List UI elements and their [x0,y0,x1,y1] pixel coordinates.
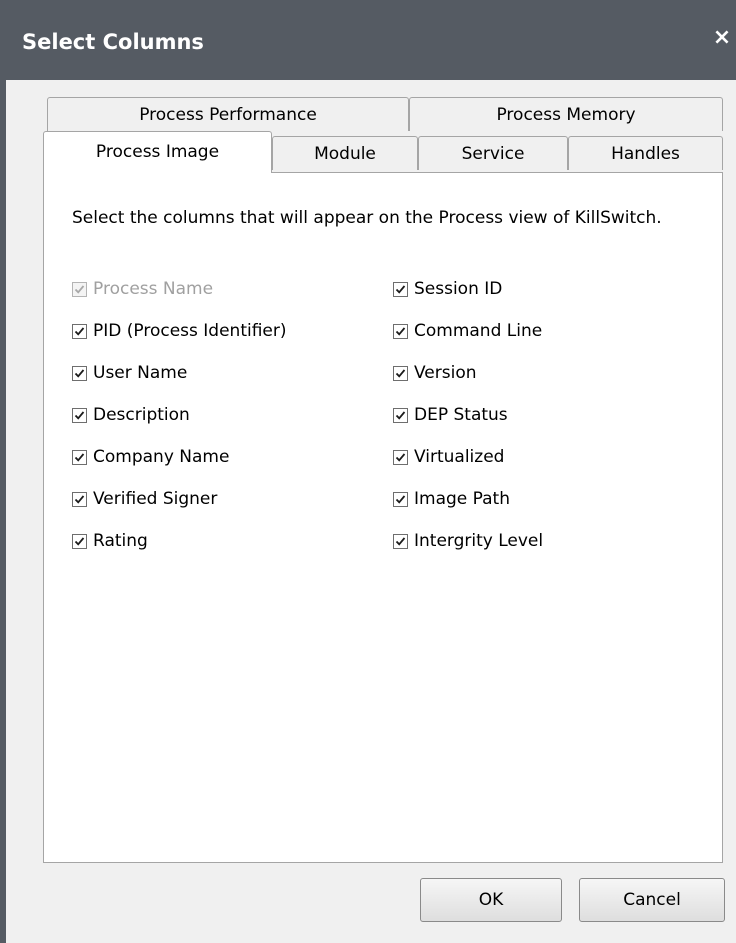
checkbox-session-id[interactable]: Session ID [393,276,502,302]
tab-process-performance[interactable]: Process Performance [47,97,409,131]
checkbox-version[interactable]: Version [393,360,477,386]
checkbox-rating[interactable]: Rating [72,528,148,554]
checkbox-image-path[interactable]: Image Path [393,486,510,512]
checkbox-box[interactable] [72,323,87,339]
dialog-title: Select Columns [22,30,204,54]
checkbox-process-name: Process Name [72,276,213,302]
checkbox-box[interactable] [393,407,408,423]
checkbox-description[interactable]: Description [72,402,190,428]
checkmark-icon [74,494,85,504]
checkbox-box[interactable] [72,449,87,465]
tab-panel-process-image: Select the columns that will appear on t… [43,172,723,863]
checkbox-label: User Name [93,363,188,383]
checkbox-box[interactable] [72,533,87,549]
checkbox-box[interactable] [393,449,408,465]
tab-service[interactable]: Service [418,136,568,170]
checkbox-verified-signer[interactable]: Verified Signer [72,486,217,512]
tab-process-image[interactable]: Process Image [43,131,272,173]
checkmark-icon [395,494,406,504]
checkbox-box[interactable] [72,491,87,507]
tab-module[interactable]: Module [272,136,418,170]
checkbox-label: Intergrity Level [414,531,544,551]
checkmark-icon [74,536,85,546]
checkbox-label: PID (Process Identifier) [93,321,287,341]
checkbox-label: Verified Signer [93,489,218,509]
cancel-button[interactable]: Cancel [579,878,725,922]
checkbox-intergrity-level[interactable]: Intergrity Level [393,528,543,554]
checkbox-box[interactable] [393,533,408,549]
checkmark-icon [395,284,406,294]
select-columns-dialog: Select Columns × Process Performance Pro… [0,0,736,943]
checkbox-label: Session ID [414,279,503,299]
checkbox-virtualized[interactable]: Virtualized [393,444,504,470]
checkbox-user-name[interactable]: User Name [72,360,187,386]
checkbox-label: Description [93,405,190,425]
checkbox-label: Command Line [414,321,543,341]
checkbox-dep-status[interactable]: DEP Status [393,402,508,428]
ok-button[interactable]: OK [420,878,562,922]
checkmark-icon [74,452,85,462]
checkbox-company-name[interactable]: Company Name [72,444,229,470]
checkmark-icon [395,452,406,462]
checkmark-icon [395,326,406,336]
checkbox-label: Company Name [93,447,230,467]
checkbox-label: DEP Status [414,405,508,425]
checkmark-icon [74,410,85,420]
checkbox-label: Virtualized [414,447,505,467]
checkbox-label: Version [414,363,477,383]
checkmark-icon [395,368,406,378]
checkbox-box[interactable] [72,407,87,423]
checkmark-icon [395,536,406,546]
checkbox-box[interactable] [393,365,408,381]
checkbox-box [72,281,87,297]
checkbox-label: Process Name [93,279,214,299]
checkbox-label: Image Path [414,489,510,509]
panel-description: Select the columns that will appear on t… [72,208,662,228]
checkmark-icon [395,410,406,420]
tab-handles[interactable]: Handles [568,136,723,170]
title-bar[interactable]: Select Columns × [0,0,736,80]
checkbox-box[interactable] [393,491,408,507]
close-icon[interactable]: × [710,24,734,52]
checkbox-box[interactable] [393,281,408,297]
checkbox-command-line[interactable]: Command Line [393,318,542,344]
checkmark-icon [74,284,85,294]
checkbox-box[interactable] [72,365,87,381]
checkbox-label: Rating [93,531,148,551]
checkmark-icon [74,326,85,336]
tab-process-memory[interactable]: Process Memory [409,97,723,131]
checkbox-box[interactable] [393,323,408,339]
checkmark-icon [74,368,85,378]
checkbox-pid-process-identifier[interactable]: PID (Process Identifier) [72,318,287,344]
